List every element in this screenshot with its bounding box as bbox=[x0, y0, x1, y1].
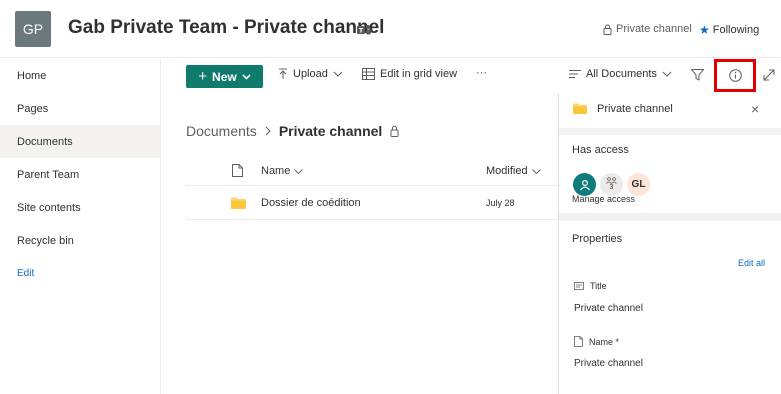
nav-item-site-contents[interactable]: Site contents bbox=[0, 191, 160, 224]
text-field-icon bbox=[574, 282, 584, 290]
item-name[interactable]: Dossier de coédition bbox=[261, 197, 361, 209]
new-button[interactable]: + New bbox=[186, 65, 263, 88]
upload-label: Upload bbox=[293, 68, 328, 80]
nav-item-home[interactable]: Home bbox=[0, 59, 160, 92]
column-header-name[interactable]: Name bbox=[261, 165, 304, 177]
command-bar: + New Upload Edit in grid view ··· All D… bbox=[162, 59, 781, 93]
private-channel-label: Private channel bbox=[616, 23, 692, 35]
expand-icon bbox=[763, 69, 775, 81]
site-logo[interactable]: GP bbox=[15, 11, 51, 47]
properties-section: Properties Edit all Title Private channe… bbox=[559, 221, 781, 394]
left-navigation: Home Pages Documents Parent Team Site co… bbox=[0, 59, 161, 394]
view-selector-label: All Documents bbox=[586, 68, 657, 80]
expand-button[interactable] bbox=[763, 69, 775, 81]
view-selector[interactable]: All Documents bbox=[569, 68, 672, 80]
property-value-title[interactable]: Private channel bbox=[574, 303, 643, 314]
grid-icon bbox=[362, 68, 375, 80]
details-panel: Private channel × Has access 3 GL Manage… bbox=[558, 93, 781, 394]
details-pane-button[interactable] bbox=[714, 59, 756, 92]
person-icon bbox=[579, 179, 590, 190]
list-item[interactable]: Dossier de coédition July 28 bbox=[186, 187, 558, 220]
panel-header: Private channel × bbox=[559, 93, 781, 128]
chevron-down-icon bbox=[242, 73, 251, 80]
manage-access-link[interactable]: Manage access bbox=[572, 194, 635, 204]
group-icon bbox=[606, 177, 617, 184]
info-icon bbox=[728, 69, 742, 82]
member-avatar[interactable]: GL bbox=[627, 173, 650, 196]
nav-item-parent-team[interactable]: Parent Team bbox=[0, 158, 160, 191]
property-label-title: Title bbox=[574, 281, 607, 291]
property-label-name-text: Name * bbox=[589, 336, 620, 347]
breadcrumb-current: Private channel bbox=[278, 123, 383, 139]
edit-all-link[interactable]: Edit all bbox=[738, 258, 765, 268]
plus-icon: + bbox=[198, 67, 208, 85]
chevron-right-icon bbox=[265, 126, 271, 136]
chevron-down-icon bbox=[294, 168, 304, 174]
folder-icon bbox=[231, 197, 246, 209]
property-label-title-text: Title bbox=[590, 281, 607, 291]
site-header: GP Gab Private Team - Private channel T … bbox=[0, 0, 781, 58]
column-modified-label: Modified bbox=[486, 165, 528, 177]
file-type-icon[interactable] bbox=[232, 164, 243, 177]
panel-title: Private channel bbox=[597, 103, 673, 115]
upload-button[interactable]: Upload bbox=[278, 68, 343, 80]
star-icon: ★ bbox=[699, 23, 710, 37]
item-modified: July 28 bbox=[486, 198, 515, 208]
has-access-section: Has access 3 GL Manage access bbox=[559, 135, 781, 213]
private-channel-indicator: Private channel bbox=[603, 23, 692, 35]
filter-icon bbox=[691, 69, 704, 81]
new-button-label: New bbox=[212, 69, 237, 84]
property-label-name: Name * bbox=[574, 336, 619, 347]
upload-icon bbox=[279, 68, 287, 79]
properties-title: Properties bbox=[572, 233, 623, 245]
filter-button[interactable] bbox=[691, 69, 704, 81]
owner-avatar[interactable] bbox=[573, 173, 596, 196]
document-icon bbox=[574, 336, 583, 347]
chevron-down-icon bbox=[333, 71, 343, 77]
following-label: Following bbox=[712, 24, 760, 36]
edit-grid-view-label: Edit in grid view bbox=[380, 68, 458, 80]
more-options-button[interactable]: ··· bbox=[476, 67, 487, 79]
lock-icon bbox=[603, 24, 612, 35]
chevron-down-icon bbox=[531, 168, 541, 174]
nav-edit-link[interactable]: Edit bbox=[0, 257, 160, 290]
site-title[interactable]: Gab Private Team - Private channel bbox=[68, 17, 384, 39]
column-header-modified[interactable]: Modified bbox=[486, 165, 541, 177]
nav-item-pages[interactable]: Pages bbox=[0, 92, 160, 125]
breadcrumb-root[interactable]: Documents bbox=[186, 123, 257, 139]
nav-item-documents[interactable]: Documents bbox=[0, 125, 160, 158]
teams-icon: T bbox=[357, 25, 371, 35]
breadcrumb: Documents Private channel bbox=[186, 123, 399, 139]
property-value-name[interactable]: Private channel bbox=[574, 358, 643, 369]
group-count: 3 bbox=[609, 184, 614, 191]
nav-item-recycle-bin[interactable]: Recycle bin bbox=[0, 224, 160, 257]
more-icon: ··· bbox=[476, 67, 487, 79]
document-library: Documents Private channel Name Modified … bbox=[162, 93, 558, 394]
group-avatar[interactable]: 3 bbox=[600, 173, 623, 196]
close-icon[interactable]: × bbox=[751, 102, 759, 116]
folder-icon bbox=[573, 103, 587, 114]
edit-grid-view-button[interactable]: Edit in grid view bbox=[362, 68, 457, 80]
lock-icon bbox=[390, 125, 399, 137]
list-view-icon bbox=[569, 70, 581, 78]
column-name-label: Name bbox=[261, 165, 291, 177]
list-header: Name Modified bbox=[186, 156, 558, 186]
member-initials: GL bbox=[631, 179, 646, 190]
chevron-down-icon bbox=[662, 71, 672, 77]
following-button[interactable]: ★ Following bbox=[699, 23, 759, 37]
has-access-title: Has access bbox=[572, 144, 629, 156]
